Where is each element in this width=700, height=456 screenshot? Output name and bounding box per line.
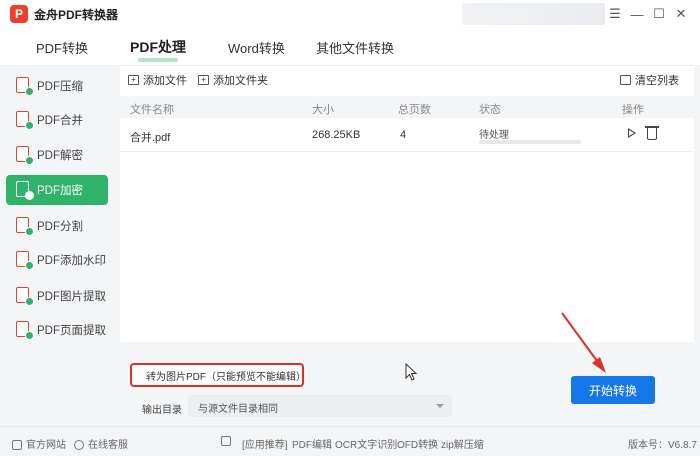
trash-icon <box>620 75 631 85</box>
add-folder-label: 添加文件夹 <box>213 75 268 87</box>
tab-pdf-process[interactable]: PDF处理 <box>130 37 186 57</box>
menu-icon[interactable]: ☰ <box>604 4 626 24</box>
clear-list-label: 清空列表 <box>635 75 679 87</box>
website-link[interactable]: 官方网站 <box>12 436 66 451</box>
clear-list-button[interactable]: 清空列表 <box>620 72 679 88</box>
table-row[interactable]: 合并.pdf 268.25KB 4 待处理 <box>120 118 694 152</box>
sidebar-item-label: PDF加密 <box>37 185 83 197</box>
title-bar: P 金舟PDF转换器 ☰ — ☐ ✕ <box>0 0 700 28</box>
pdf-file-icon <box>16 321 34 340</box>
app-recommend-icon <box>221 436 235 447</box>
toolbar: + 添加文件 + 添加文件夹 清空列表 <box>120 66 694 92</box>
sidebar-item-decrypt[interactable]: PDF解密 <box>6 141 108 169</box>
app-logo: P <box>10 5 28 23</box>
sidebar-item-split[interactable]: PDF分割 <box>6 212 108 240</box>
col-header-name: 文件名称 <box>130 104 174 116</box>
monitor-icon <box>12 440 22 450</box>
file-size: 268.25KB <box>312 129 361 141</box>
version-text: 版本号：V6.8.7 <box>628 440 697 451</box>
headset-icon <box>74 440 84 450</box>
minimize-icon[interactable]: — <box>626 4 648 24</box>
file-pages: 4 <box>400 129 407 141</box>
zip-link[interactable]: zip解压缩 <box>441 436 484 451</box>
pdf-file-icon <box>16 217 34 236</box>
status-bar: 官方网站 在线客服 [应用推荐] PDF编辑 OCR文字识别 OFD转换 zip… <box>0 426 700 456</box>
sidebar-item-label: PDF合并 <box>37 115 83 127</box>
pdf-file-icon <box>16 111 34 130</box>
play-icon[interactable] <box>628 128 636 138</box>
sidebar-item-label: PDF分割 <box>37 221 83 233</box>
mouse-cursor-icon <box>405 363 418 381</box>
add-folder-button[interactable]: + 添加文件夹 <box>198 72 268 88</box>
maximize-icon[interactable]: ☐ <box>648 4 670 24</box>
pdf-file-icon <box>16 181 34 200</box>
sidebar: PDF压缩 PDF合并 PDF解密 PDF加密 PDF分割 PDF添加水印 PD… <box>0 66 116 424</box>
col-header-status: 状态 <box>479 104 501 116</box>
sidebar-item-label: PDF解密 <box>37 150 83 162</box>
col-header-pages: 总页数 <box>398 104 431 116</box>
output-dir-label: 输出目录 <box>142 405 182 416</box>
table-header: 文件名称 大小 总页数 状态 操作 <box>120 96 694 118</box>
window-controls: ☰ — ☐ ✕ <box>604 4 692 24</box>
top-nav: PDF转换 PDF处理 Word转换 其他文件转换 <box>0 28 700 66</box>
active-tab-indicator <box>138 58 178 62</box>
close-icon[interactable]: ✕ <box>670 4 692 24</box>
app-recommend-link[interactable]: [应用推荐] <box>242 436 288 451</box>
ocr-link[interactable]: OCR文字识别 <box>335 436 397 451</box>
sidebar-item-merge[interactable]: PDF合并 <box>6 106 108 134</box>
sidebar-item-encrypt[interactable]: PDF加密 <box>6 175 108 205</box>
file-name: 合并.pdf <box>130 132 171 144</box>
pdf-edit-link[interactable]: PDF编辑 <box>292 436 332 451</box>
support-label: 在线客服 <box>88 440 128 451</box>
output-dir-select[interactable]: 与源文件目录相同 <box>188 395 452 417</box>
ofd-convert-link[interactable]: OFD转换 <box>397 436 438 451</box>
support-link[interactable]: 在线客服 <box>74 436 128 451</box>
sidebar-item-image-extract[interactable]: PDF图片提取 <box>6 282 108 310</box>
sidebar-item-label: PDF添加水印 <box>37 255 106 267</box>
chevron-down-icon <box>436 404 444 408</box>
convert-to-image-pdf-label: 转为图片PDF（只能预览不能编辑） <box>146 371 306 383</box>
website-label: 官方网站 <box>26 440 66 451</box>
sidebar-item-label: PDF图片提取 <box>37 291 106 303</box>
delete-icon[interactable] <box>645 126 659 140</box>
col-header-size: 大小 <box>312 104 334 116</box>
tab-other-convert[interactable]: 其他文件转换 <box>316 38 394 57</box>
progress-bar <box>479 140 581 144</box>
col-header-actions: 操作 <box>622 104 644 116</box>
sidebar-item-label: PDF页面提取 <box>37 325 106 337</box>
sidebar-item-compress[interactable]: PDF压缩 <box>6 72 108 100</box>
sidebar-item-label: PDF压缩 <box>37 81 83 93</box>
add-file-icon: + <box>128 75 139 85</box>
pdf-file-icon <box>16 251 34 270</box>
add-folder-icon: + <box>198 75 209 85</box>
add-file-button[interactable]: + 添加文件 <box>128 72 187 88</box>
pdf-file-icon <box>16 146 34 165</box>
add-file-label: 添加文件 <box>143 75 187 87</box>
tab-pdf-convert[interactable]: PDF转换 <box>36 38 88 57</box>
app-title: 金舟PDF转换器 <box>34 7 119 22</box>
sidebar-item-page-extract[interactable]: PDF页面提取 <box>6 316 108 344</box>
convert-to-image-pdf-option[interactable]: 转为图片PDF（只能预览不能编辑） <box>130 363 306 387</box>
sidebar-item-watermark[interactable]: PDF添加水印 <box>6 246 108 274</box>
ad-banner[interactable] <box>462 3 605 25</box>
annotation-arrow <box>561 312 606 373</box>
output-dir-value: 与源文件目录相同 <box>198 404 278 415</box>
file-status: 待处理 <box>479 130 509 141</box>
pdf-file-icon <box>16 77 34 96</box>
tab-word-convert[interactable]: Word转换 <box>228 38 285 57</box>
pdf-file-icon <box>16 287 34 306</box>
file-list-panel: + 添加文件 + 添加文件夹 清空列表 文件名称 大小 总页数 状态 操作 合并… <box>120 66 694 342</box>
